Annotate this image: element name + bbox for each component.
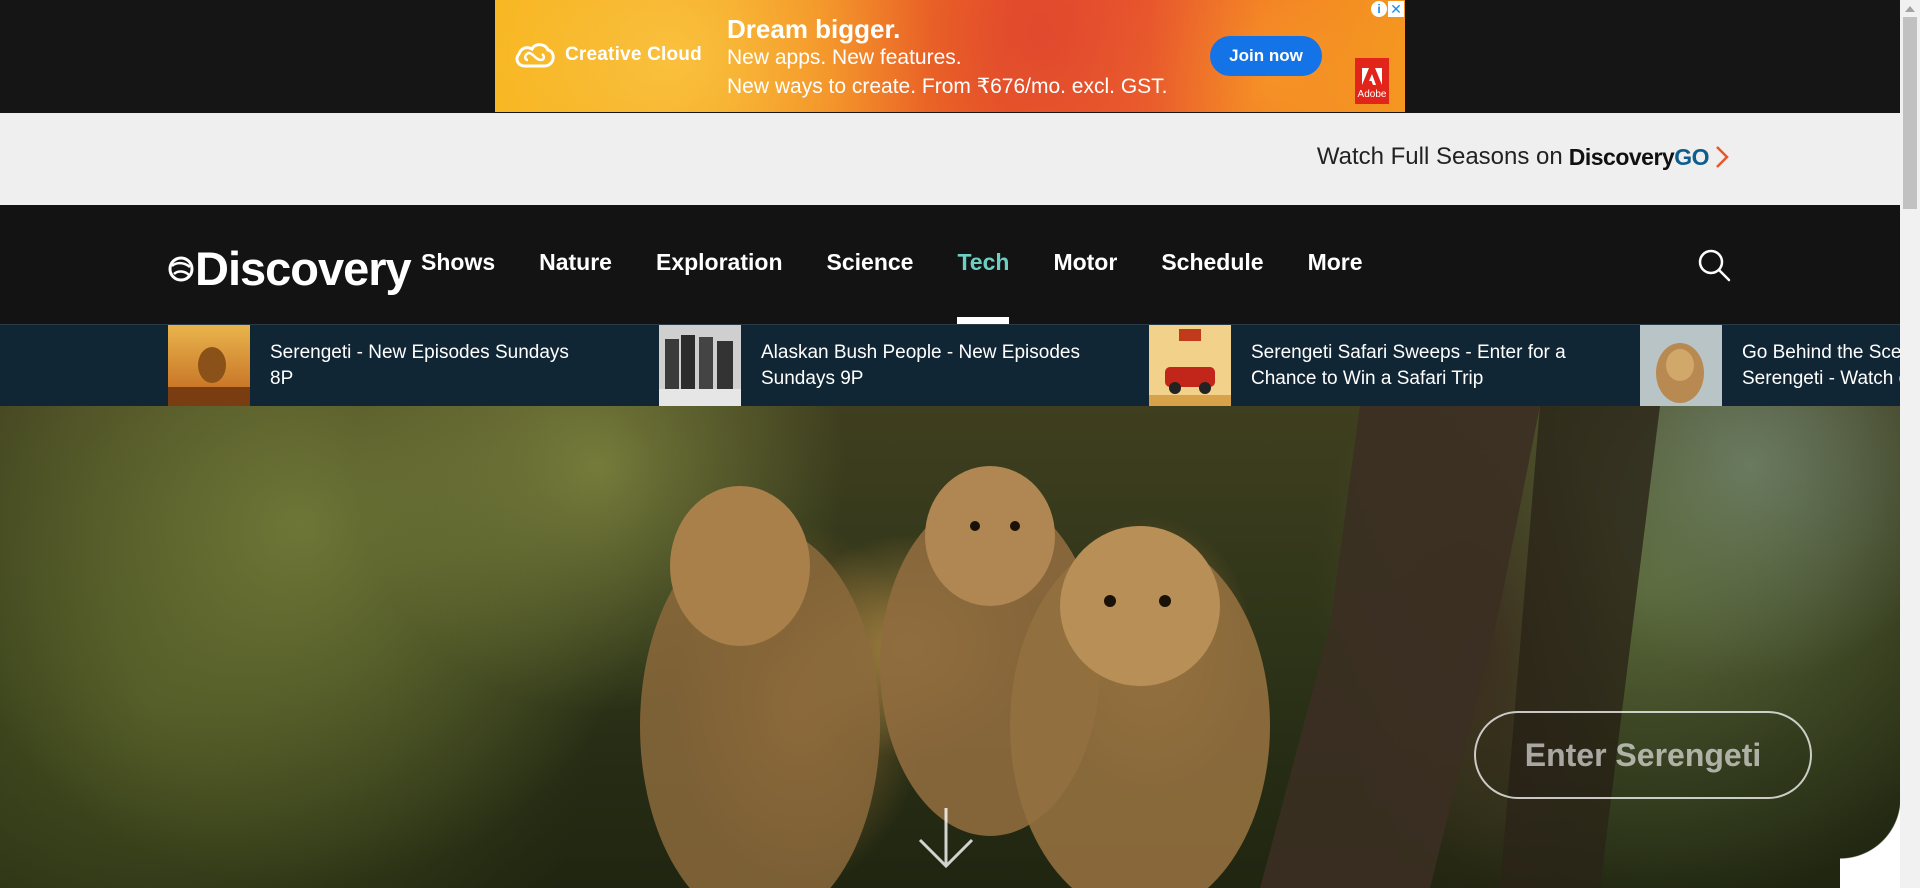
creative-cloud-icon [515, 43, 555, 68]
discovery-logo[interactable]: Discovery [168, 241, 412, 296]
ticker-item[interactable]: Go Behind the Scenes of Serengeti - Watc… [1640, 325, 1900, 406]
search-icon[interactable] [1697, 248, 1731, 282]
adobe-logo: Adobe [1355, 58, 1389, 104]
enter-serengeti-button[interactable]: Enter Serengeti [1474, 711, 1812, 799]
ticker-text: Serengeti Safari Sweeps - Enter for a Ch… [1251, 341, 1566, 389]
ticker-thumbnail [1149, 325, 1231, 406]
hero-section: Enter Serengeti [0, 406, 1900, 888]
ticker-thumbnail [659, 325, 741, 406]
go-logo-main: Discovery [1568, 143, 1675, 170]
ad-info-icon[interactable]: i [1371, 1, 1387, 17]
ticker-thumbnail [1640, 325, 1722, 406]
ad-line-2: New ways to create. From ₹676/mo. excl. … [727, 75, 1168, 98]
discovery-go-logo: Discovery GO [1568, 143, 1710, 171]
ticker-item[interactable]: Serengeti - New Episodes Sundays 8P [168, 325, 590, 406]
discovery-go-link[interactable]: Watch Full Seasons on Discovery GO [1317, 143, 1729, 171]
globe-icon [168, 256, 194, 281]
ticker-item[interactable]: Serengeti Safari Sweeps - Enter for a Ch… [1149, 325, 1571, 406]
chevron-right-icon [1716, 146, 1729, 168]
ad-strip: Creative Cloud Dream bigger. New apps. N… [0, 0, 1900, 113]
ad-banner[interactable]: Creative Cloud Dream bigger. New apps. N… [495, 0, 1405, 112]
go-logo-suffix: GO [1674, 143, 1709, 170]
logo-text: Discovery [195, 242, 412, 295]
promo-ticker: Serengeti - New Episodes Sundays 8P Alas… [0, 324, 1900, 406]
ad-join-button[interactable]: Join now [1210, 36, 1322, 76]
nav-nature[interactable]: Nature [539, 249, 612, 324]
arrow-down-icon[interactable] [918, 806, 974, 870]
ad-line-1: New apps. New features. [727, 46, 962, 69]
adobe-label: Adobe [1357, 89, 1387, 100]
nav-science[interactable]: Science [827, 249, 914, 324]
scroll-up-icon[interactable] [1900, 0, 1920, 17]
nav-tech[interactable]: Tech [957, 249, 1009, 324]
hero-corner [1840, 798, 1900, 888]
nav-schedule[interactable]: Schedule [1161, 249, 1263, 324]
scroll-thumb[interactable] [1903, 17, 1917, 209]
promo-bar: Watch Full Seasons on Discovery GO [0, 113, 1900, 205]
nav-shows[interactable]: Shows [421, 249, 495, 324]
main-nav: Shows Nature Exploration Science Tech Mo… [421, 249, 1407, 324]
promo-text: Watch Full Seasons on [1316, 143, 1563, 170]
adobe-icon [1362, 68, 1382, 85]
ad-brand: Creative Cloud [565, 44, 702, 65]
browser-viewport: Creative Cloud Dream bigger. New apps. N… [0, 0, 1900, 888]
ad-headline: Dream bigger. [727, 14, 901, 44]
ticker-item[interactable]: Alaskan Bush People - New Episodes Sunda… [659, 325, 1081, 406]
nav-more[interactable]: More [1308, 249, 1363, 324]
ad-close-icon[interactable]: ✕ [1388, 1, 1404, 17]
scrollbar[interactable] [1900, 0, 1920, 888]
ticker-text: Alaskan Bush People - New Episodes Sunda… [761, 341, 1080, 389]
ticker-thumbnail [168, 325, 250, 406]
ticker-text: Serengeti - New Episodes Sundays 8P [270, 341, 569, 389]
site-header: Discovery Shows Nature Exploration Scien… [0, 205, 1900, 324]
nav-motor[interactable]: Motor [1053, 249, 1117, 324]
ticker-text: Go Behind the Scenes of Serengeti - Watc… [1742, 341, 1900, 389]
nav-exploration[interactable]: Exploration [656, 249, 783, 324]
